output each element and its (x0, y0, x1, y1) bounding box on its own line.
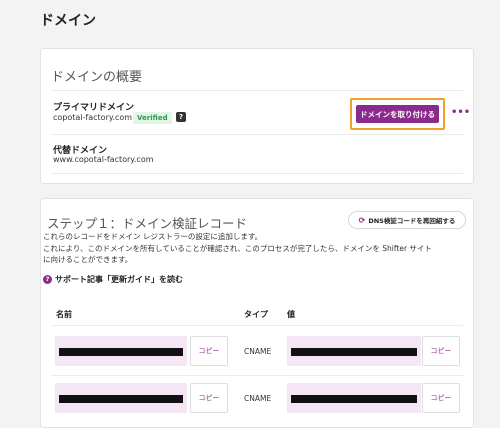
redacted-value (59, 395, 183, 403)
copy-value-button[interactable]: コピー (422, 336, 460, 366)
primary-domain-value: copotal-factory.com (53, 113, 133, 122)
divider (51, 173, 463, 174)
support-link-text: サポート記事「更新ガイド」を読む (55, 275, 183, 284)
verification-records-card: ステップ１：ドメイン検証レコード ⟳ DNS検証コードを再回紹する これらのレコ… (40, 198, 474, 428)
copy-name-button[interactable]: コピー (190, 336, 228, 366)
divider (51, 90, 463, 91)
divider (51, 375, 463, 376)
recheck-dns-button[interactable]: ⟳ DNS検証コードを再回紹する (348, 211, 466, 229)
refresh-icon: ⟳ (358, 215, 366, 225)
page-title: ドメイン (40, 13, 96, 29)
column-header-name: 名前 (56, 310, 72, 319)
description-line: これにより、このドメインを所有していることが確認され、このプロセスが完了したら、… (43, 244, 432, 253)
copy-name-button[interactable]: コピー (190, 383, 228, 413)
redacted-value (291, 395, 417, 403)
alias-domain-value: www.copotal-factory.com (53, 155, 154, 164)
help-icon[interactable]: ? (176, 112, 186, 122)
description-line: これらのレコードをドメイン レジストラーの設定に追加します。 (43, 232, 263, 241)
more-options-icon[interactable]: ••• (451, 107, 470, 118)
verified-badge: Verified (133, 112, 172, 124)
recheck-dns-label: DNS検証コードを再回紹する (368, 217, 456, 225)
record-name-field[interactable] (55, 336, 187, 366)
copy-value-button[interactable]: コピー (422, 383, 460, 413)
divider (51, 134, 463, 135)
attach-domain-button[interactable]: ドメインを取り付ける (356, 105, 439, 123)
step-heading: ステップ１：ドメイン検証レコード (47, 216, 248, 231)
record-value-field[interactable] (287, 336, 421, 366)
record-value-field[interactable] (287, 383, 421, 413)
domain-overview-card: ドメインの概要 プライマリドメイン copotal-factory.com Ve… (40, 48, 474, 184)
record-type: CNAME (244, 394, 272, 403)
redacted-value (59, 348, 183, 356)
record-name-field[interactable] (55, 383, 187, 413)
divider (51, 325, 463, 326)
column-header-value: 値 (287, 310, 295, 319)
overview-heading: ドメインの概要 (51, 70, 143, 85)
description-line: に向けることができます。 (43, 255, 133, 264)
redacted-value (291, 348, 417, 356)
question-icon: ? (43, 275, 52, 284)
column-header-type: タイプ (244, 310, 268, 319)
support-article-link[interactable]: ? サポート記事「更新ガイド」を読む (43, 274, 183, 285)
record-type: CNAME (244, 347, 272, 356)
primary-domain-label: プライマリドメイン (53, 103, 135, 113)
